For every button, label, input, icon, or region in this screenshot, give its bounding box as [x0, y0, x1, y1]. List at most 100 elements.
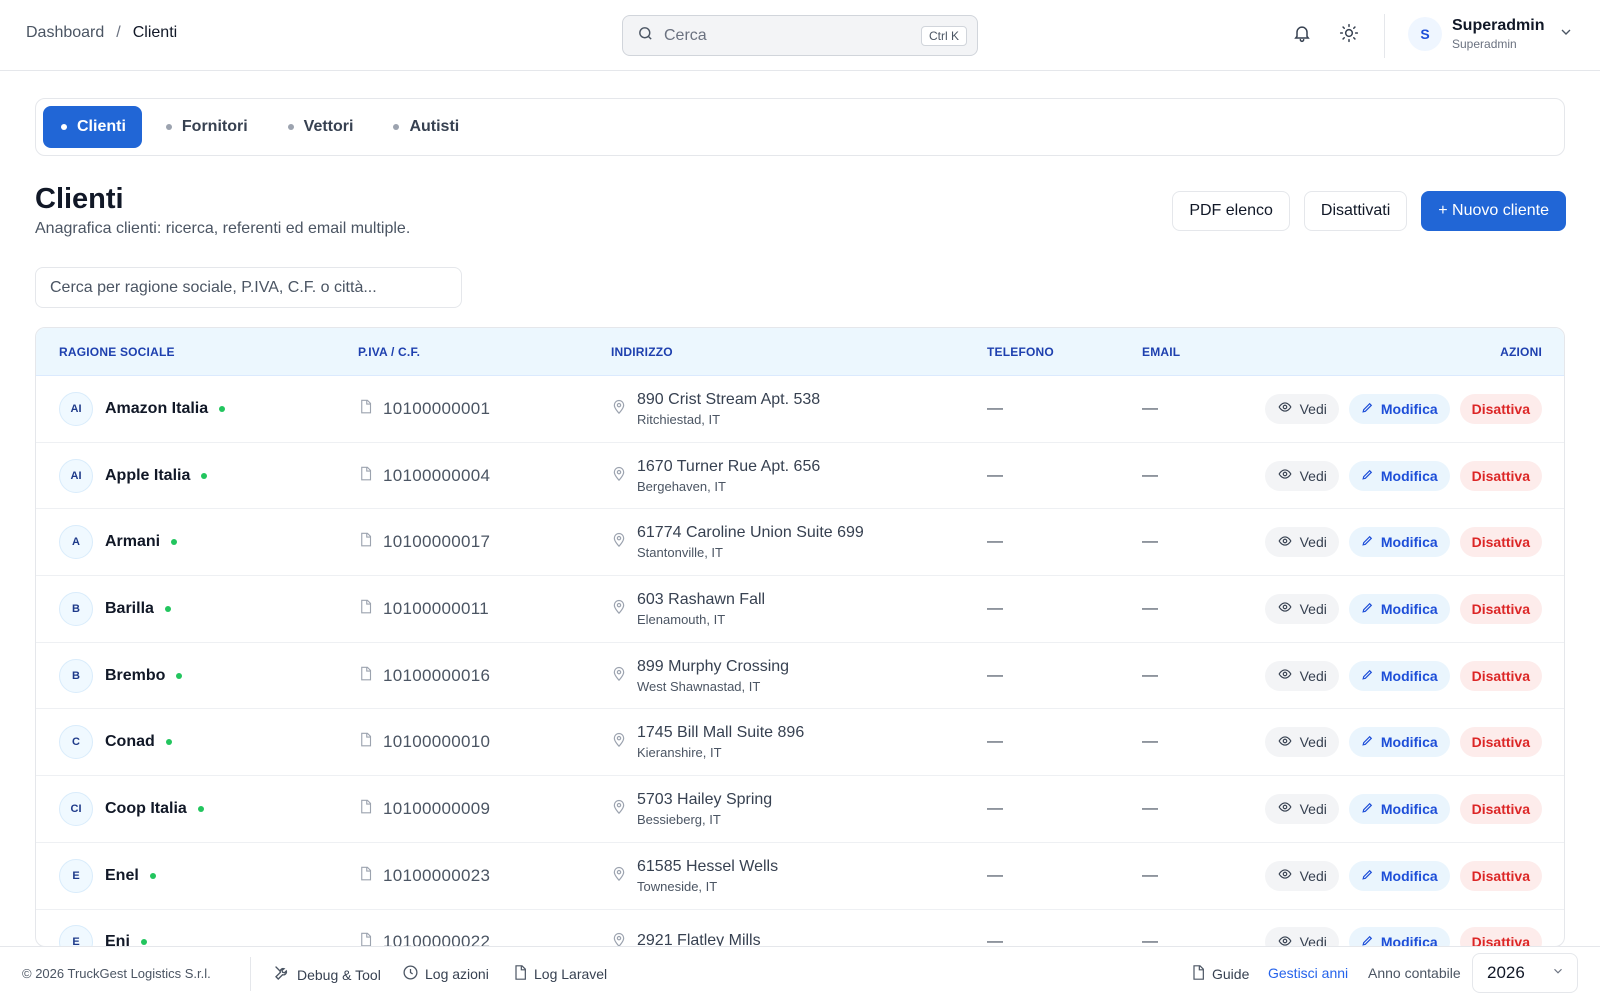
view-button[interactable]: Vedi — [1264, 393, 1339, 424]
column-header-piva[interactable]: P.IVA / C.F. — [358, 345, 420, 359]
view-button[interactable]: Vedi — [1264, 793, 1339, 824]
company-cell: C Conad — [59, 709, 172, 775]
vat-cell: 10100000009 — [358, 776, 490, 842]
company-name[interactable]: Eni — [105, 933, 130, 946]
company-name[interactable]: Armani — [105, 533, 160, 551]
company-name[interactable]: Brembo — [105, 667, 165, 685]
actions-cell: Vedi Modifica Disattiva — [1255, 910, 1542, 946]
tab-label: Clienti — [77, 118, 126, 135]
log-laravel-link[interactable]: Log Laravel — [512, 964, 607, 984]
edit-label: Modifica — [1380, 600, 1438, 617]
email-cell: — — [1142, 866, 1158, 884]
view-button[interactable]: Vedi — [1264, 460, 1339, 491]
phone-cell: — — [987, 866, 1003, 884]
email-cell: — — [1142, 399, 1158, 417]
deactivate-button[interactable]: Disattiva — [1459, 927, 1542, 946]
view-button[interactable]: Vedi — [1264, 527, 1339, 558]
phone-cell: — — [987, 933, 1003, 947]
edit-button[interactable]: Modifica — [1348, 527, 1450, 558]
company-name[interactable]: Barilla — [105, 600, 154, 618]
document-icon — [358, 598, 373, 620]
company-name[interactable]: Apple Italia — [105, 467, 190, 485]
debug-tool-link[interactable]: Debug & Tool — [273, 964, 381, 985]
map-pin-icon — [611, 531, 627, 553]
company-name[interactable]: Coop Italia — [105, 800, 187, 818]
document-icon — [358, 865, 373, 887]
edit-button[interactable]: Modifica — [1348, 460, 1450, 491]
document-icon — [358, 665, 373, 687]
pencil-icon — [1361, 734, 1381, 750]
new-client-button[interactable]: + Nuovo cliente — [1421, 191, 1566, 231]
deactivate-button[interactable]: Disattiva — [1459, 393, 1542, 424]
eye-icon — [1277, 734, 1300, 751]
fiscal-year-select[interactable]: 2026 — [1472, 953, 1578, 993]
address-cell: 61585 Hessel Wells Towneside, IT — [611, 843, 778, 909]
view-button[interactable]: Vedi — [1264, 860, 1339, 891]
company-name[interactable]: Amazon Italia — [105, 400, 208, 418]
breadcrumb: Dashboard / Clienti — [26, 24, 177, 42]
inactive-list-button[interactable]: Disattivati — [1303, 191, 1408, 231]
client-search-input[interactable]: Cerca per ragione sociale, P.IVA, C.F. o… — [35, 267, 462, 308]
notifications-button[interactable] — [1291, 24, 1313, 46]
column-header-email[interactable]: EMAIL — [1142, 345, 1180, 359]
tab-fornitori[interactable]: Fornitori — [148, 106, 264, 148]
email-cell: — — [1142, 666, 1158, 684]
header-divider — [1384, 14, 1385, 58]
email-cell: — — [1142, 733, 1158, 751]
deactivate-button[interactable]: Disattiva — [1459, 460, 1542, 491]
breadcrumb-dashboard[interactable]: Dashboard — [26, 24, 104, 42]
deactivate-button[interactable]: Disattiva — [1459, 593, 1542, 624]
view-button[interactable]: Vedi — [1264, 927, 1339, 946]
phone-cell: — — [987, 399, 1003, 417]
vat-cell: 10100000001 — [358, 376, 490, 442]
company-cell: B Barilla — [59, 576, 171, 642]
deactivate-label: Disattiva — [1471, 800, 1530, 817]
company-initials-avatar: A — [59, 525, 93, 560]
user-menu[interactable]: S Superadmin Superadmin — [1408, 17, 1574, 51]
company-name[interactable]: Enel — [105, 867, 139, 885]
tab-clienti[interactable]: Clienti — [43, 106, 142, 148]
deactivate-button[interactable]: Disattiva — [1459, 793, 1542, 824]
page-subtitle: Anagrafica clienti: ricerca, referenti e… — [35, 220, 411, 237]
view-label: Vedi — [1299, 467, 1327, 484]
global-search-input[interactable]: Cerca Ctrl K — [622, 15, 978, 56]
column-header-telefono[interactable]: TELEFONO — [987, 345, 1054, 359]
log-actions-link[interactable]: Log azioni — [402, 964, 489, 984]
tab-autisti[interactable]: Autisti — [375, 106, 475, 148]
manage-years-link[interactable]: Gestisci anni — [1268, 965, 1348, 981]
company-cell: E Eni — [59, 910, 147, 946]
document-icon — [1190, 964, 1212, 984]
edit-button[interactable]: Modifica — [1348, 860, 1450, 891]
column-header-ragione-sociale[interactable]: RAGIONE SOCIALE — [59, 345, 175, 359]
pdf-list-button[interactable]: PDF elenco — [1172, 191, 1290, 231]
deactivate-button[interactable]: Disattiva — [1459, 527, 1542, 558]
address-city: Stantonville, IT — [637, 545, 723, 561]
edit-button[interactable]: Modifica — [1348, 793, 1450, 824]
view-button[interactable]: Vedi — [1264, 660, 1339, 691]
view-button[interactable]: Vedi — [1264, 727, 1339, 758]
page-actions: PDF elenco Disattivati + Nuovo cliente — [1158, 191, 1566, 231]
view-button[interactable]: Vedi — [1264, 593, 1339, 624]
deactivate-button[interactable]: Disattiva — [1459, 727, 1542, 758]
actions-cell: Vedi Modifica Disattiva — [1255, 376, 1542, 442]
deactivate-label: Disattiva — [1471, 734, 1530, 751]
vat-number: 10100000017 — [383, 532, 491, 552]
edit-button[interactable]: Modifica — [1348, 393, 1450, 424]
deactivate-button[interactable]: Disattiva — [1459, 860, 1542, 891]
view-label: Vedi — [1299, 534, 1327, 551]
sun-icon — [1339, 23, 1359, 48]
tab-vettori[interactable]: Vettori — [270, 106, 370, 148]
edit-button[interactable]: Modifica — [1348, 727, 1450, 758]
company-name[interactable]: Conad — [105, 733, 155, 751]
eye-icon — [1277, 667, 1300, 684]
address-street: 603 Rashawn Fall — [637, 590, 766, 608]
column-header-indirizzo[interactable]: INDIRIZZO — [611, 345, 673, 359]
edit-button[interactable]: Modifica — [1348, 593, 1450, 624]
address-cell: 899 Murphy Crossing West Shawnastad, IT — [611, 643, 789, 709]
edit-button[interactable]: Modifica — [1348, 927, 1450, 946]
view-label: Vedi — [1299, 734, 1327, 751]
edit-button[interactable]: Modifica — [1348, 660, 1450, 691]
theme-toggle-button[interactable] — [1338, 23, 1360, 48]
guide-link[interactable]: Guide — [1190, 964, 1249, 984]
deactivate-button[interactable]: Disattiva — [1459, 660, 1542, 691]
